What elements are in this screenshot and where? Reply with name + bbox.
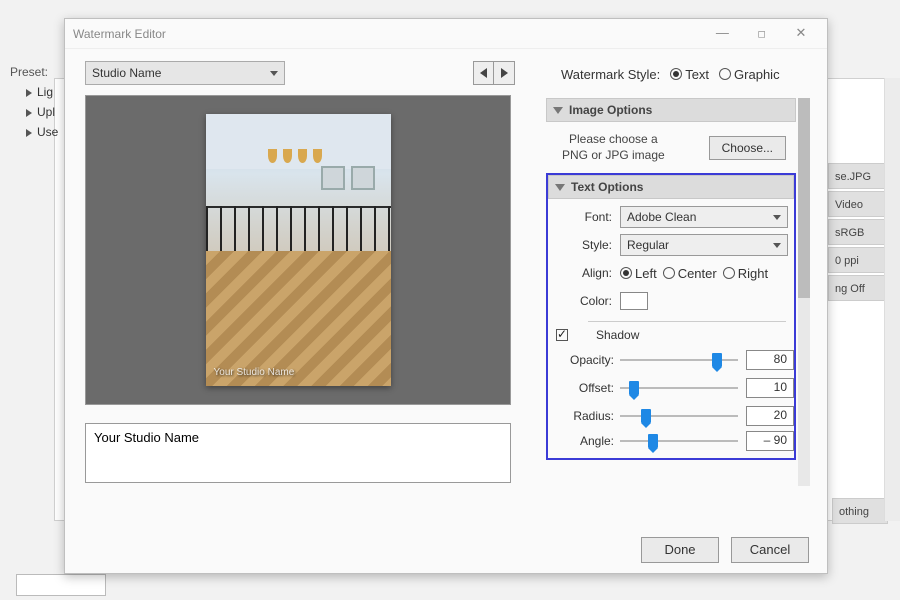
choose-image-button[interactable]: Choose... [709, 136, 786, 160]
watermark-text-input[interactable] [85, 423, 511, 483]
preview-photo: Your Studio Name [206, 114, 391, 386]
bg-prop-item: othing [832, 498, 888, 524]
color-label: Color: [548, 294, 620, 308]
dialog-titlebar[interactable]: Watermark Editor — ◻ ✕ [65, 19, 827, 49]
close-icon[interactable]: ✕ [783, 18, 819, 48]
prev-image-button[interactable] [474, 62, 494, 84]
radius-value[interactable]: 20 [746, 406, 794, 426]
text-options-header[interactable]: Text Options [548, 175, 794, 199]
angle-label: Angle: [548, 434, 620, 448]
minimize-icon[interactable]: — [704, 18, 740, 48]
style-text-radio[interactable]: Text [670, 67, 709, 82]
radio-icon [723, 267, 735, 279]
bg-scrollbar[interactable] [884, 78, 900, 521]
offset-slider[interactable] [620, 379, 738, 397]
align-center-radio[interactable]: Center [663, 266, 717, 281]
align-right-radio[interactable]: Right [723, 266, 768, 281]
slider-knob-icon[interactable] [641, 409, 651, 423]
shadow-checkbox[interactable] [556, 329, 568, 341]
options-panel: Image Options Please choose a PNG or JPG… [545, 97, 811, 487]
preset-label: Preset: [10, 65, 48, 79]
bg-prop-item: se.JPG [828, 163, 888, 189]
align-left-radio[interactable]: Left [620, 266, 657, 281]
preview-watermark-text: Your Studio Name [214, 367, 295, 378]
preset-value: Studio Name [92, 66, 161, 80]
disclosure-triangle-icon [553, 107, 563, 114]
radio-icon [719, 68, 731, 80]
disclosure-triangle-icon [555, 184, 565, 191]
align-label: Align: [548, 266, 620, 280]
triangle-right-icon [501, 68, 508, 78]
bg-prop-item: ng Off [828, 275, 888, 301]
radio-icon [663, 267, 675, 279]
slider-knob-icon[interactable] [648, 434, 658, 448]
cancel-button[interactable]: Cancel [731, 537, 809, 563]
offset-label: Offset: [548, 381, 620, 395]
text-options-highlight: Text Options Font: Adobe Clean Style: [546, 173, 796, 460]
slider-knob-icon[interactable] [712, 353, 722, 367]
chevron-down-icon [270, 71, 278, 76]
offset-value[interactable]: 10 [746, 378, 794, 398]
watermark-editor-dialog: Watermark Editor — ◻ ✕ Studio Name [64, 18, 828, 574]
font-select[interactable]: Adobe Clean [620, 206, 788, 228]
color-swatch[interactable] [620, 292, 648, 310]
radio-icon [620, 267, 632, 279]
opacity-slider[interactable] [620, 351, 738, 369]
watermark-style-label: Watermark Style: [561, 67, 660, 82]
opacity-value[interactable]: 80 [746, 350, 794, 370]
style-graphic-radio[interactable]: Graphic [719, 67, 780, 82]
angle-value[interactable]: – 90 [746, 431, 794, 451]
maximize-icon[interactable]: ◻ [744, 20, 780, 50]
style-label: Style: [548, 238, 620, 252]
watermark-preset-select[interactable]: Studio Name [85, 61, 285, 85]
image-options-header[interactable]: Image Options [546, 98, 796, 122]
radius-slider[interactable] [620, 407, 738, 425]
image-options-hint: Please choose a PNG or JPG image [562, 132, 665, 163]
font-label: Font: [548, 210, 620, 224]
dialog-title: Watermark Editor [73, 19, 166, 49]
bg-prop-item: Video [828, 191, 888, 217]
bg-bottom-button[interactable] [16, 574, 106, 596]
opacity-label: Opacity: [548, 353, 620, 367]
section-divider [588, 321, 786, 322]
radio-icon [670, 68, 682, 80]
font-style-select[interactable]: Regular [620, 234, 788, 256]
done-button[interactable]: Done [641, 537, 719, 563]
angle-slider[interactable] [620, 432, 738, 450]
bg-prop-item: sRGB [828, 219, 888, 245]
chevron-down-icon [773, 215, 781, 220]
bg-prop-item: 0 ppi [828, 247, 888, 273]
watermark-preview: Your Studio Name [85, 95, 511, 405]
chevron-down-icon [773, 243, 781, 248]
shadow-label: Shadow [596, 328, 639, 342]
image-nav [473, 61, 515, 85]
next-image-button[interactable] [494, 62, 514, 84]
slider-knob-icon[interactable] [629, 381, 639, 395]
triangle-left-icon [480, 68, 487, 78]
options-scrollbar[interactable] [798, 98, 810, 486]
radius-label: Radius: [548, 409, 620, 423]
